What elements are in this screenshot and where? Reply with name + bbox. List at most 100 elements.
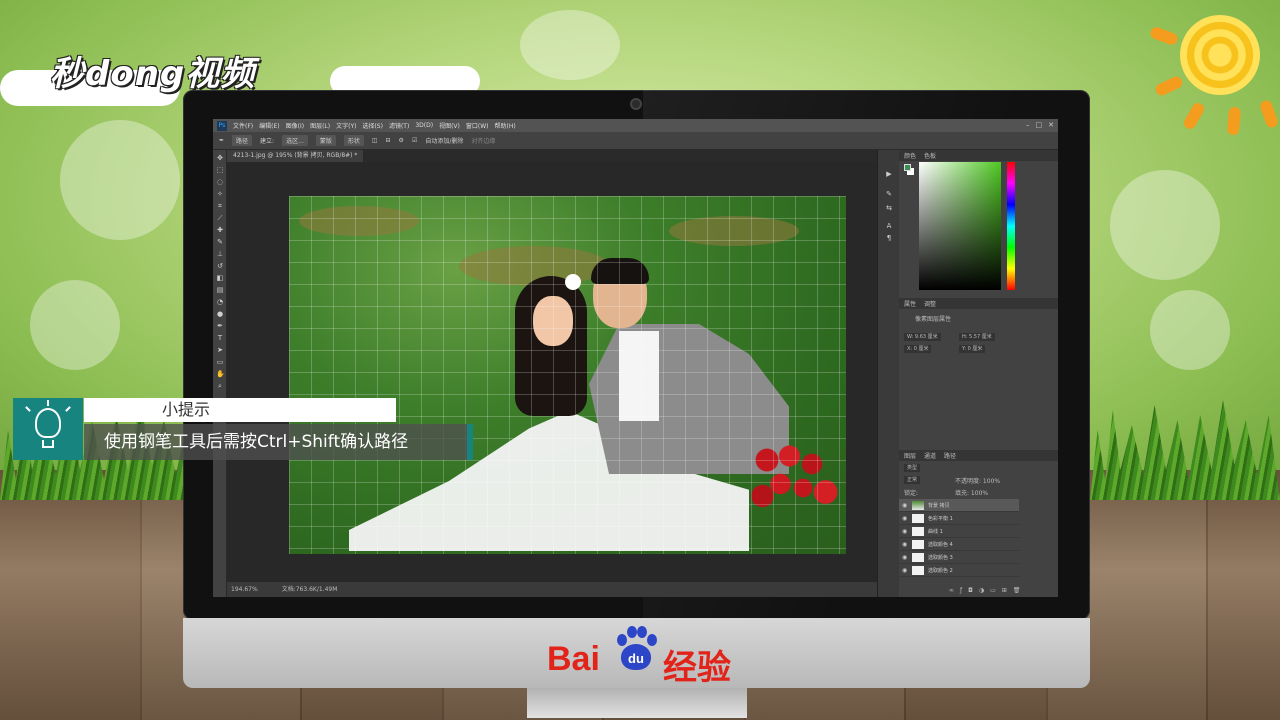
tab-color[interactable]: 颜色: [904, 151, 916, 160]
menu-edit[interactable]: 编辑(E): [259, 121, 279, 130]
blend-mode-select[interactable]: 正常: [904, 476, 921, 484]
adjust-icon[interactable]: ⇆: [885, 204, 893, 212]
layer-name: 选取颜色 4: [928, 541, 953, 548]
gradient-tool-icon[interactable]: ▤: [216, 286, 224, 294]
stamp-tool-icon[interactable]: ⊥: [216, 250, 224, 258]
menu-help[interactable]: 帮助(H): [495, 121, 516, 130]
tab-swatches[interactable]: 色板: [924, 151, 936, 160]
opacity-control[interactable]: 不透明度: 100%: [955, 476, 1000, 485]
link-icon[interactable]: ∞: [949, 587, 954, 594]
wedding-photo[interactable]: [289, 196, 846, 554]
dodge-tool-icon[interactable]: ●: [216, 310, 224, 318]
folder-icon[interactable]: ▭: [990, 587, 996, 594]
magic-wand-tool-icon[interactable]: ✧: [216, 190, 224, 198]
selection-button[interactable]: 选区...: [282, 135, 308, 146]
hand-tool-icon[interactable]: ✋: [216, 370, 225, 378]
layer-row[interactable]: ◉ 选取颜色 4: [899, 538, 1019, 551]
layer-row[interactable]: ◉ 色彩平衡 1: [899, 512, 1019, 525]
path-select-tool-icon[interactable]: ➤: [216, 346, 224, 354]
y-field[interactable]: Y: 0 厘米: [959, 345, 986, 353]
layer-thumbnail: [912, 500, 924, 510]
menu-image[interactable]: 图像(I): [286, 121, 304, 130]
fx-icon[interactable]: ƒ: [960, 587, 962, 594]
menu-layer[interactable]: 图层(L): [310, 121, 330, 130]
path-mode-select[interactable]: 路径: [232, 135, 253, 146]
height-field[interactable]: H: 5.57 厘米: [959, 333, 995, 341]
blur-tool-icon[interactable]: ◔: [216, 298, 224, 306]
layer-row[interactable]: ◉ 选取颜色 3: [899, 551, 1019, 564]
move-tool-icon[interactable]: ✥: [216, 154, 224, 162]
tab-properties[interactable]: 属性: [904, 299, 916, 308]
tab-paths[interactable]: 路径: [944, 451, 956, 460]
maximize-button[interactable]: □: [1036, 121, 1043, 129]
zoom-level[interactable]: 194.67%: [231, 582, 258, 597]
pen-tool-icon[interactable]: ✒: [216, 322, 224, 330]
brush-preset-icon[interactable]: ✎: [885, 190, 893, 198]
layer-kind-filter[interactable]: 类型: [904, 464, 921, 472]
width-field[interactable]: W: 9.63 厘米: [904, 333, 941, 341]
right-panels: 颜色 色板 属性 调整 像素图层属性 W: 9.63 厘米 H: 5.57 厘米…: [899, 150, 1058, 597]
layer-row[interactable]: ◉ 选取颜色 2: [899, 564, 1019, 577]
canvas-area[interactable]: [227, 162, 877, 582]
menu-select[interactable]: 选择(S): [362, 121, 383, 130]
menu-filter[interactable]: 滤镜(T): [389, 121, 409, 130]
zoom-tool-icon[interactable]: ⌕: [216, 382, 224, 390]
auto-add-checkbox[interactable]: ☑: [412, 137, 417, 144]
menu-type[interactable]: 文字(Y): [336, 121, 356, 130]
gear-icon[interactable]: ⚙: [399, 137, 404, 144]
document-tab[interactable]: 4213-1.jpg @ 195% (背景 拷贝, RGB/8#) *: [227, 150, 364, 162]
make-label: 建立:: [260, 138, 275, 145]
eye-icon[interactable]: ◉: [902, 554, 908, 561]
tab-layers[interactable]: 图层: [904, 451, 916, 460]
paragraph-icon[interactable]: ¶: [885, 234, 893, 242]
fill-control[interactable]: 填充: 100%: [955, 488, 988, 497]
eraser-tool-icon[interactable]: ◧: [216, 274, 224, 282]
close-button[interactable]: ✕: [1048, 121, 1054, 129]
layer-row[interactable]: ◉ 曲线 1: [899, 525, 1019, 538]
eye-icon[interactable]: ◉: [902, 528, 908, 535]
hue-slider[interactable]: [1007, 162, 1015, 290]
path-ops-icon[interactable]: ◫: [372, 137, 378, 144]
eyedropper-tool-icon[interactable]: ⟋: [216, 214, 224, 222]
lasso-tool-icon[interactable]: ◌: [216, 178, 224, 186]
shape-button[interactable]: 形状: [343, 135, 364, 146]
history-brush-tool-icon[interactable]: ↺: [216, 262, 224, 270]
eye-icon[interactable]: ◉: [902, 567, 908, 574]
character-icon[interactable]: A: [885, 222, 893, 230]
crop-tool-icon[interactable]: ⌗: [216, 202, 224, 210]
marquee-tool-icon[interactable]: ⬚: [216, 166, 224, 174]
brush-tool-icon[interactable]: ✎: [216, 238, 224, 246]
shape-tool-icon[interactable]: ▭: [216, 358, 224, 366]
new-layer-icon[interactable]: ⊞: [1002, 587, 1007, 594]
tab-adjustments[interactable]: 调整: [924, 299, 936, 308]
eye-icon[interactable]: ◉: [902, 502, 908, 509]
mask-button[interactable]: 蒙版: [315, 135, 336, 146]
layer-row[interactable]: ◉ 背景 拷贝: [899, 499, 1019, 512]
eye-icon[interactable]: ◉: [902, 541, 908, 548]
layer-name: 曲线 1: [928, 528, 943, 535]
mask-icon[interactable]: ◘: [968, 587, 973, 594]
path-align-icon[interactable]: ⊟: [386, 137, 391, 144]
color-picker-field[interactable]: [919, 162, 1001, 290]
minimize-button[interactable]: –: [1026, 121, 1030, 129]
menu-window[interactable]: 窗口(W): [466, 121, 489, 130]
adjustment-icon[interactable]: ◑: [979, 587, 984, 594]
webcam: [630, 98, 642, 110]
align-edges-label[interactable]: 对齐边缘: [471, 136, 495, 145]
foreground-color-swatch[interactable]: [904, 164, 911, 171]
tab-channels[interactable]: 通道: [924, 451, 936, 460]
history-icon[interactable]: ▶: [885, 170, 893, 178]
layer-thumbnail: [912, 552, 924, 562]
x-field[interactable]: X: 0 厘米: [904, 345, 932, 353]
menu-file[interactable]: 文件(F): [233, 121, 253, 130]
trash-icon[interactable]: 🗑: [1013, 587, 1021, 594]
pen-tool-icon[interactable]: ✒: [219, 137, 224, 144]
healing-tool-icon[interactable]: ✚: [216, 226, 224, 234]
menu-view[interactable]: 视图(V): [439, 121, 460, 130]
type-tool-icon[interactable]: T: [216, 334, 224, 342]
eye-icon[interactable]: ◉: [902, 515, 908, 522]
layer-name: 选取颜色 2: [928, 567, 953, 574]
menu-3d[interactable]: 3D(D): [415, 122, 433, 129]
window-controls: – □ ✕: [1026, 121, 1054, 129]
layer-name: 色彩平衡 1: [928, 515, 953, 522]
